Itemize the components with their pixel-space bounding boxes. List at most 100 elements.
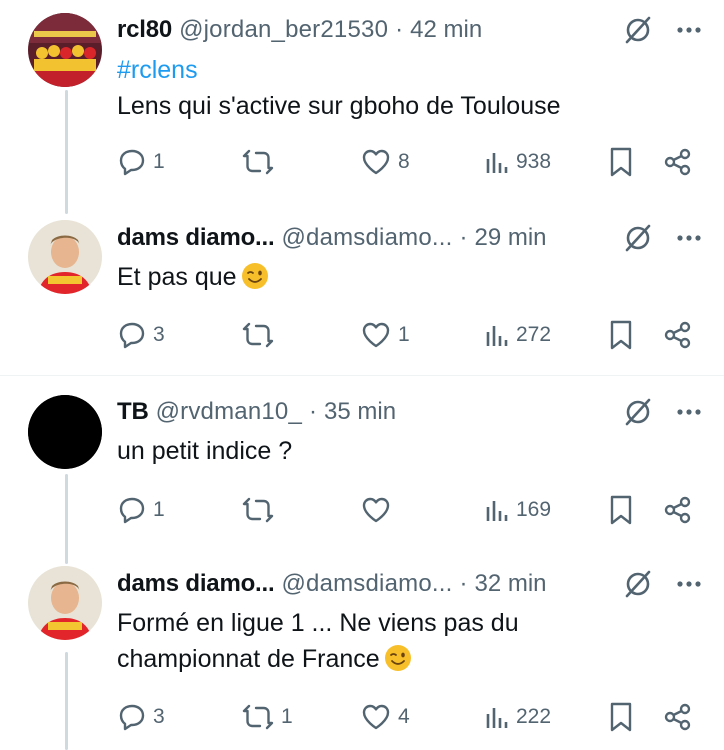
hashtag-link[interactable]: #rclens — [117, 52, 704, 88]
share-button[interactable] — [663, 490, 693, 530]
reply-icon — [119, 322, 145, 349]
retweet-button[interactable] — [241, 490, 281, 530]
grok-icon[interactable] — [622, 396, 654, 428]
retweet-button[interactable]: 1 — [241, 697, 293, 737]
reply-button[interactable]: 3 — [117, 697, 165, 737]
retweet-button[interactable] — [241, 142, 281, 182]
bookmark-button[interactable] — [607, 490, 635, 530]
grok-icon[interactable] — [622, 222, 654, 254]
reply-count: 3 — [153, 705, 165, 728]
separator-dot: · — [459, 224, 468, 251]
grok-icon[interactable] — [622, 14, 654, 46]
reply-button[interactable]: 3 — [117, 315, 165, 355]
like-count: 4 — [398, 705, 410, 728]
bookmark-button[interactable] — [607, 697, 635, 737]
author-name[interactable]: rcl80 — [117, 16, 172, 44]
retweet-count: 1 — [281, 705, 293, 728]
views-button[interactable]: 938 — [484, 142, 551, 182]
author-handle[interactable]: @rvdman10_ — [156, 398, 302, 426]
retweet-icon — [242, 704, 274, 730]
reply-icon — [119, 497, 145, 524]
more-icon[interactable] — [674, 15, 704, 45]
author-handle[interactable]: @damsdiamo... — [281, 570, 452, 598]
tweet-body: Lens qui s'active sur gboho de Toulouse — [117, 92, 561, 120]
like-icon — [362, 497, 390, 523]
tweet[interactable]: dams diamo... @damsdiamo... · 29 min Et … — [0, 214, 724, 374]
avatar[interactable] — [28, 13, 102, 87]
more-icon[interactable] — [674, 397, 704, 427]
action-bar: 1 8 938 — [117, 142, 704, 182]
reply-icon — [119, 704, 145, 731]
author-handle[interactable]: @jordan_ber21530 — [179, 16, 388, 44]
retweet-button[interactable] — [241, 315, 281, 355]
bookmark-icon — [610, 320, 632, 350]
author-name[interactable]: TB — [117, 398, 149, 426]
tweet-text: Formé en ligue 1 ... Ne viens pas du cha… — [117, 605, 704, 677]
author-name[interactable]: dams diamo... — [117, 570, 275, 598]
views-count: 222 — [516, 705, 552, 728]
bookmark-icon — [610, 495, 632, 525]
tweet[interactable]: rcl80 @jordan_ber21530 · 42 min #rclens … — [0, 0, 724, 214]
like-icon — [362, 704, 390, 730]
bookmark-icon — [610, 147, 632, 177]
views-icon — [486, 153, 508, 173]
avatar[interactable] — [28, 566, 102, 640]
more-icon[interactable] — [674, 569, 704, 599]
views-button[interactable]: 222 — [484, 697, 551, 737]
tweet-text: Et pas que — [117, 259, 704, 295]
share-icon — [664, 496, 691, 524]
views-icon — [486, 501, 508, 521]
like-button[interactable]: 8 — [360, 142, 410, 182]
share-icon — [664, 703, 691, 731]
tweet-body-line-1: Formé en ligue 1 ... Ne viens pas du — [117, 609, 519, 637]
grok-icon[interactable] — [622, 568, 654, 600]
timestamp[interactable]: 32 min — [474, 570, 546, 598]
reply-count: 3 — [153, 323, 165, 346]
views-count: 169 — [516, 498, 552, 521]
views-button[interactable]: 169 — [484, 490, 551, 530]
share-button[interactable] — [663, 315, 693, 355]
share-icon — [664, 148, 691, 176]
bookmark-button[interactable] — [607, 142, 635, 182]
retweet-icon — [242, 149, 274, 175]
tweet-text: #rclens Lens qui s'active sur gboho de T… — [117, 52, 704, 124]
reply-button[interactable]: 1 — [117, 490, 165, 530]
reply-icon — [119, 149, 145, 176]
avatar[interactable] — [28, 395, 102, 469]
avatar[interactable] — [28, 220, 102, 294]
share-button[interactable] — [663, 697, 693, 737]
share-button[interactable] — [663, 142, 693, 182]
share-icon — [664, 321, 691, 349]
like-button[interactable]: 1 — [360, 315, 410, 355]
like-button[interactable]: 4 — [360, 697, 410, 737]
like-icon — [362, 322, 390, 348]
more-icon[interactable] — [674, 223, 704, 253]
timestamp[interactable]: 35 min — [324, 398, 396, 426]
tweet-body: un petit indice ? — [117, 437, 293, 465]
timestamp[interactable]: 29 min — [474, 224, 546, 252]
tweet-body: Et pas que — [117, 263, 237, 291]
author-name[interactable]: dams diamo... — [117, 224, 275, 252]
views-button[interactable]: 272 — [484, 315, 551, 355]
separator-dot: · — [309, 398, 318, 425]
author-handle[interactable]: @damsdiamo... — [281, 224, 452, 252]
tweet-header: TB @rvdman10_ · 35 min — [117, 395, 710, 429]
reply-button[interactable]: 1 — [117, 142, 165, 182]
tweet-body-line-2: championnat de France — [117, 645, 380, 673]
tweet-header: dams diamo... @damsdiamo... · 32 min — [117, 567, 710, 601]
tweet[interactable]: dams diamo... @damsdiamo... · 32 min For… — [0, 560, 724, 750]
like-count: 1 — [398, 323, 410, 346]
views-icon — [486, 708, 508, 728]
separator-dot: · — [459, 570, 468, 597]
views-count: 272 — [516, 323, 552, 346]
winking-face-icon — [384, 644, 412, 672]
retweet-icon — [242, 322, 274, 348]
like-count: 8 — [398, 150, 410, 173]
reply-count: 1 — [153, 150, 165, 173]
timestamp[interactable]: 42 min — [410, 16, 482, 44]
like-button[interactable] — [360, 490, 398, 530]
bookmark-button[interactable] — [607, 315, 635, 355]
tweet[interactable]: TB @rvdman10_ · 35 min un petit indice ?… — [0, 376, 724, 550]
reply-count: 1 — [153, 498, 165, 521]
views-icon — [486, 326, 508, 346]
